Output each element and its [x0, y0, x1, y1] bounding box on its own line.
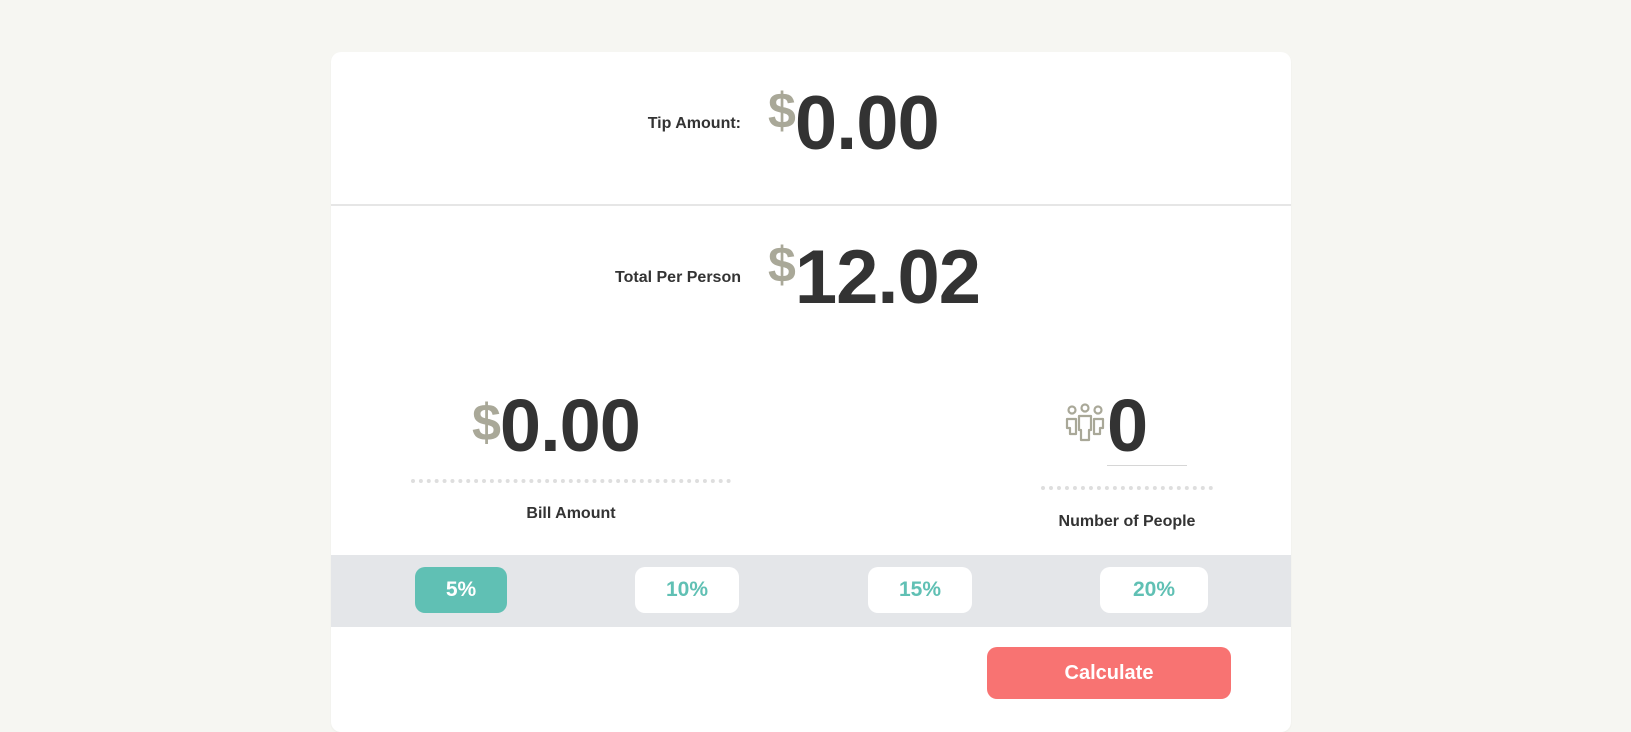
people-count-input[interactable]: 0 [1107, 384, 1148, 467]
tip-10-button[interactable]: 10% [635, 567, 739, 613]
tip-amount-number: 0.00 [794, 81, 940, 166]
tip-15-button[interactable]: 15% [868, 567, 972, 613]
people-dotted-line [1041, 486, 1213, 490]
tip-amount-value: $0.00 [768, 81, 940, 166]
bill-amount-value: 0.00 [499, 384, 641, 467]
total-per-person-number: 12.02 [794, 235, 981, 320]
tip-percentage-bar: 5% 10% 15% 20% [331, 555, 1291, 627]
total-per-person-label: Total Per Person [615, 269, 741, 286]
tip-amount-currency: $ [768, 83, 796, 139]
tip-20-button[interactable]: 20% [1100, 567, 1208, 613]
people-group-icon [1065, 403, 1105, 442]
people-input-underline [1107, 465, 1187, 466]
divider [331, 204, 1291, 206]
bill-currency: $ [472, 394, 501, 452]
total-per-person-value: $12.02 [768, 235, 981, 320]
tip-amount-label: Tip Amount: [647, 115, 741, 132]
calculate-button[interactable]: Calculate [987, 647, 1231, 699]
tip-calculator-card: Tip Amount: $0.00 Total Per Person $12.0… [331, 52, 1291, 732]
bill-dotted-line [411, 479, 731, 483]
bill-amount-input[interactable]: $0.00 [472, 384, 641, 467]
people-count-value: 0 [1107, 384, 1148, 467]
number-of-people-label: Number of People [1058, 513, 1196, 530]
bill-amount-label: Bill Amount [526, 505, 616, 522]
tip-5-button[interactable]: 5% [415, 567, 507, 613]
total-per-person-currency: $ [768, 237, 796, 293]
